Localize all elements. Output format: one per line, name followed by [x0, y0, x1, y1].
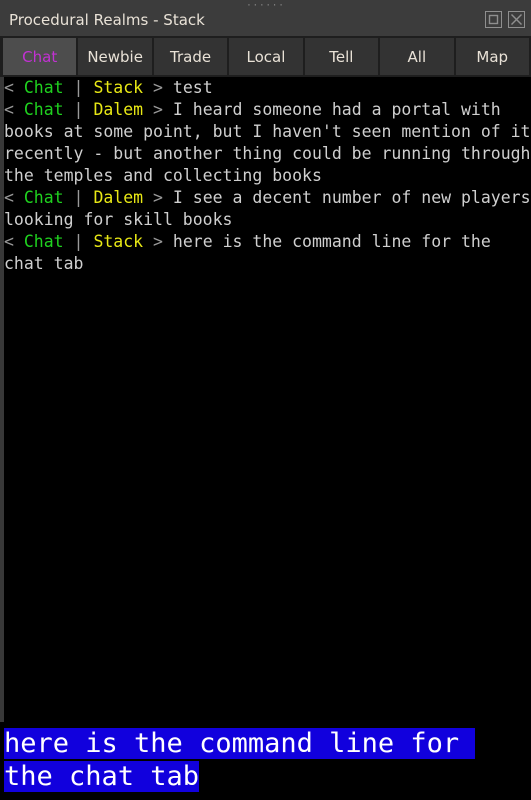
- tab-all[interactable]: All: [380, 38, 454, 75]
- tab-local[interactable]: Local: [229, 38, 303, 75]
- title-bar[interactable]: ······ Procedural Realms - Stack: [0, 0, 531, 36]
- chat-separator: |: [63, 100, 94, 119]
- command-line-input[interactable]: here is the command line for the chat ta…: [0, 722, 531, 800]
- chat-speaker-name: Dalem: [93, 188, 144, 207]
- maximize-icon[interactable]: [485, 10, 502, 28]
- chat-close-bracket: >: [143, 188, 173, 207]
- tab-label: All: [407, 47, 427, 66]
- tab-tell[interactable]: Tell: [304, 38, 379, 75]
- tab-label: Map: [476, 47, 509, 66]
- tab-chat[interactable]: Chat: [3, 38, 77, 75]
- chat-speaker-name: Stack: [93, 78, 144, 97]
- chat-speaker-name: Dalem: [93, 100, 144, 119]
- tab-label: Trade: [170, 47, 212, 66]
- chat-channel-name: Chat: [23, 188, 64, 207]
- tab-label: Tell: [329, 47, 354, 66]
- chat-channel-name: Chat: [23, 100, 64, 119]
- chat-separator: |: [63, 78, 94, 97]
- chat-message: < Chat | Dalem > I heard someone had a p…: [4, 99, 531, 187]
- chat-log-panel[interactable]: < Chat | Stack > test < Chat | Dalem > I …: [0, 77, 531, 722]
- tab-trade[interactable]: Trade: [153, 38, 228, 75]
- tab-map[interactable]: Map: [455, 38, 529, 75]
- window-drag-grip[interactable]: ······: [0, 2, 531, 11]
- tab-label: Chat: [22, 47, 58, 66]
- chat-open-bracket: <: [4, 232, 24, 251]
- chat-log: < Chat | Stack > test < Chat | Dalem > I …: [4, 77, 531, 275]
- close-icon[interactable]: [508, 10, 525, 28]
- chat-message: < Chat | Stack > here is the command lin…: [4, 231, 531, 275]
- chat-speaker-name: Stack: [93, 232, 144, 251]
- chat-message: < Chat | Stack > test: [4, 77, 531, 99]
- channel-tab-bar: Chat Newbie Trade Local Tell All Map: [0, 36, 531, 77]
- chat-close-bracket: >: [143, 100, 173, 119]
- tab-label: Local: [246, 47, 286, 66]
- chat-separator: |: [63, 232, 94, 251]
- chat-message-text: test: [172, 78, 213, 97]
- chat-close-bracket: >: [143, 78, 173, 97]
- chat-channel-name: Chat: [23, 232, 64, 251]
- chat-channel-name: Chat: [23, 78, 64, 97]
- chat-open-bracket: <: [4, 188, 24, 207]
- chat-open-bracket: <: [4, 78, 24, 97]
- chat-window: ······ Procedural Realms - Stack Chat Ne…: [0, 0, 531, 800]
- tab-newbie[interactable]: Newbie: [78, 38, 152, 75]
- tab-label: Newbie: [87, 47, 143, 66]
- chat-close-bracket: >: [143, 232, 173, 251]
- window-controls: [485, 9, 525, 28]
- chat-separator: |: [63, 188, 94, 207]
- chat-message: < Chat | Dalem > I see a decent number o…: [4, 187, 531, 231]
- command-line-text[interactable]: here is the command line for the chat ta…: [4, 722, 509, 793]
- command-line-selection[interactable]: here is the command line for the chat ta…: [4, 728, 476, 792]
- chat-open-bracket: <: [4, 100, 24, 119]
